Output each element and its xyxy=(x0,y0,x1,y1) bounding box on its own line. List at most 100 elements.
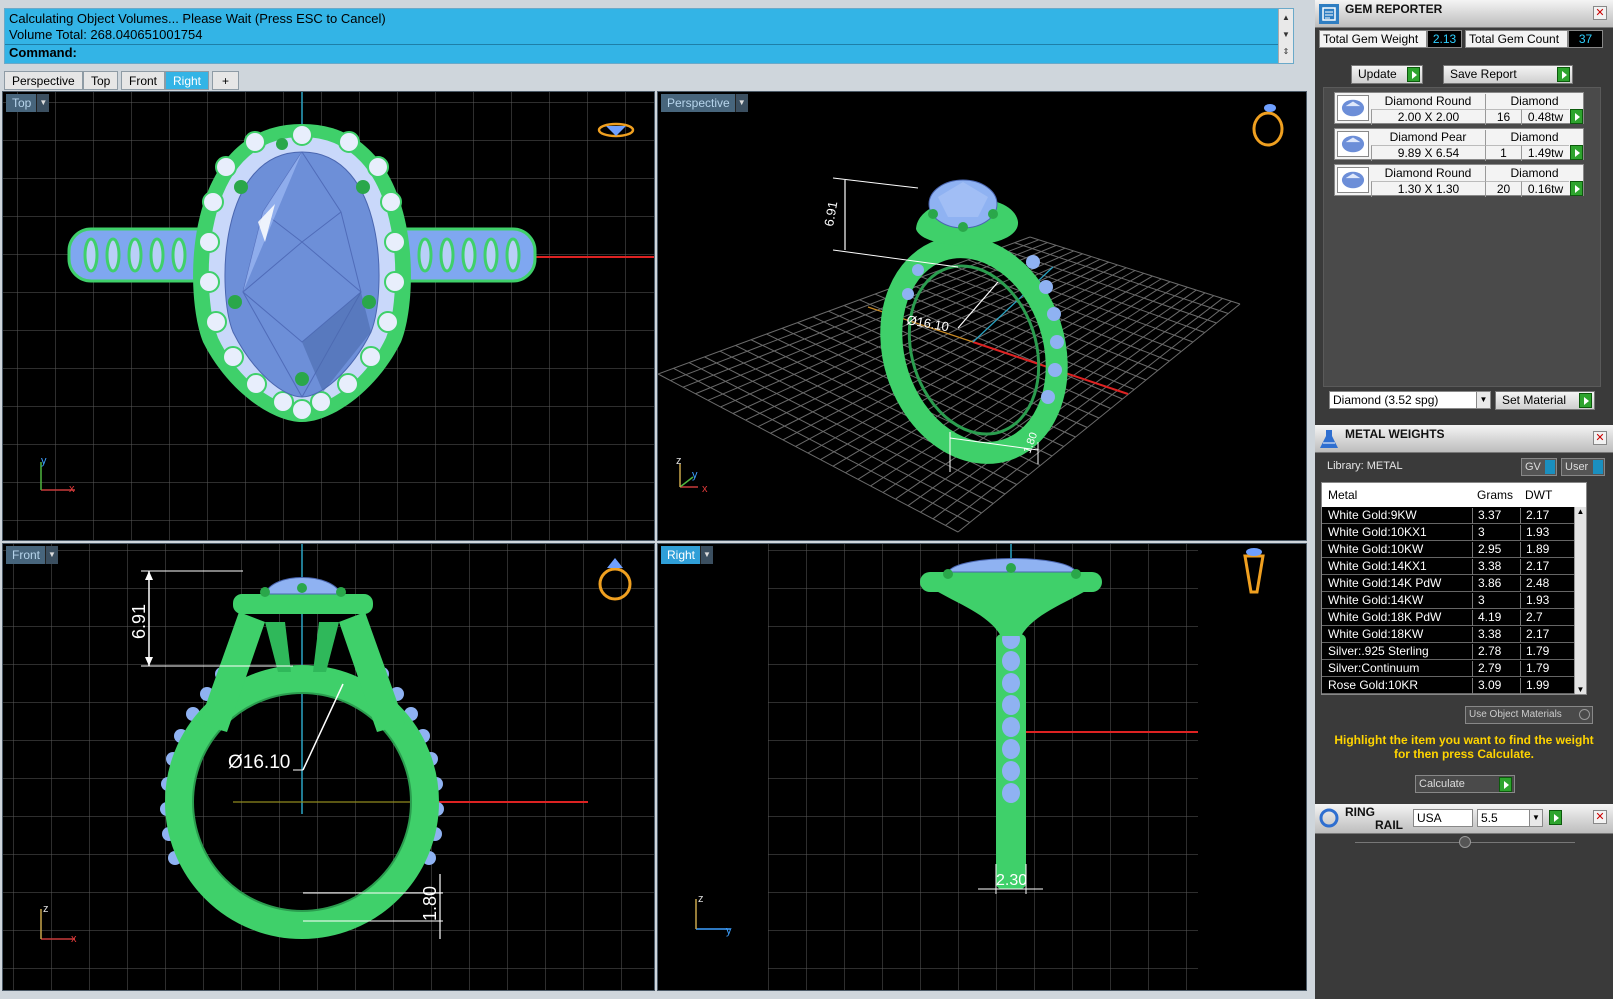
close-icon[interactable]: ✕ xyxy=(1593,431,1607,445)
chevron-down-icon[interactable]: ▼ xyxy=(45,546,59,564)
material-select[interactable]: Diamond (3.52 spg) ▼ xyxy=(1329,391,1491,409)
tab-front[interactable]: Front xyxy=(121,71,166,90)
grams-cell: 3.37 xyxy=(1472,508,1518,524)
table-row[interactable]: Silver:.925 Sterling 2.78 1.79 xyxy=(1322,643,1586,660)
x-axis-label: x xyxy=(702,483,708,495)
dwt-cell: 1.79 xyxy=(1520,644,1578,660)
viewport-front[interactable]: 6.91 Ø16.10 1.80 x z Front ▼ xyxy=(2,543,655,991)
y-axis-label: y xyxy=(692,469,698,481)
table-row[interactable]: White Gold:10KW 2.95 1.89 xyxy=(1322,541,1586,558)
table-row[interactable]: White Gold:14KW 3 1.93 xyxy=(1322,592,1586,609)
command-history-line-2: Volume Total: 268.040651001754 xyxy=(9,27,203,42)
chevron-down-icon[interactable]: ▼ xyxy=(1529,810,1542,826)
viewport-tabs: Perspective Top Front Right + xyxy=(4,70,1298,90)
grams-cell: 3 xyxy=(1472,525,1518,541)
grams-cell: 4.19 xyxy=(1472,610,1518,626)
command-input[interactable] xyxy=(87,46,1277,61)
ring-icon xyxy=(1319,808,1339,828)
metal-table-scrollbar[interactable]: ▲ ▼ xyxy=(1574,507,1586,694)
table-row[interactable]: White Gold:14K PdW 3.86 2.48 xyxy=(1322,575,1586,592)
user-toggle[interactable]: User xyxy=(1561,458,1605,476)
metal-name-cell: White Gold:14KX1 xyxy=(1328,559,1427,573)
z-axis-label: z xyxy=(698,893,704,905)
viewport-label-perspective[interactable]: Perspective ▼ xyxy=(661,94,748,112)
dwt-cell: 1.93 xyxy=(1520,525,1578,541)
gem-row[interactable]: Diamond Round Diamond 2.00 X 2.00 16 0.4… xyxy=(1334,92,1584,125)
chevron-down-icon[interactable]: ▼ xyxy=(36,94,50,112)
metal-weights-title: METAL WEIGHTS xyxy=(1345,427,1445,441)
diamond-pear-icon xyxy=(1337,131,1369,157)
use-object-materials-button[interactable]: Use Object Materials xyxy=(1465,706,1593,724)
viewport-right[interactable]: 2.30 y z Right ▼ xyxy=(657,543,1307,991)
play-icon[interactable] xyxy=(1549,810,1562,825)
tab-top[interactable]: Top xyxy=(83,71,119,90)
right-panel: GEM REPORTER ✕ Total Gem Weight 2.13 Tot… xyxy=(1315,0,1613,999)
table-row[interactable]: White Gold:18K PdW 4.19 2.7 xyxy=(1322,609,1586,626)
close-icon[interactable]: ✕ xyxy=(1593,810,1607,824)
dwt-cell: 2.7 xyxy=(1520,610,1578,626)
play-icon[interactable] xyxy=(1570,145,1583,160)
update-button[interactable]: Update xyxy=(1351,65,1423,84)
add-tab-icon[interactable]: + xyxy=(212,71,239,90)
viewport-label-front[interactable]: Front ▼ xyxy=(6,546,59,564)
metal-table: Metal Grams DWT White Gold:9KW 3.37 2.17 Wh… xyxy=(1321,482,1587,695)
chevron-down-icon[interactable]: ▼ xyxy=(1575,685,1586,694)
chevron-down-icon[interactable]: ▼ xyxy=(734,94,748,112)
play-icon xyxy=(1579,393,1592,408)
total-gem-count-label: Total Gem Count xyxy=(1465,30,1568,48)
chevron-down-icon[interactable]: ▼ xyxy=(1476,392,1490,408)
chevron-down-icon[interactable]: ▼ xyxy=(700,546,714,564)
set-material-button[interactable]: Set Material xyxy=(1495,391,1595,410)
width-dimension: 2.30 xyxy=(996,872,1027,889)
table-row[interactable]: Silver:Continuum 2.79 1.79 xyxy=(1322,660,1586,677)
table-row[interactable]: White Gold:9KW 3.37 2.17 xyxy=(1322,507,1586,524)
tab-right[interactable]: Right xyxy=(165,71,210,90)
rail-slider-handle[interactable] xyxy=(1459,836,1471,848)
play-icon xyxy=(1557,67,1570,82)
chevron-up-icon[interactable]: ▲ xyxy=(1575,507,1586,516)
metal-name-cell: Silver:.925 Sterling xyxy=(1328,644,1429,658)
table-row[interactable]: White Gold:14KX1 3.38 2.17 xyxy=(1322,558,1586,575)
ring-size-select[interactable]: 5.5 ▼ xyxy=(1477,809,1543,827)
grams-cell: 3 xyxy=(1472,593,1518,609)
command-history-line-1: Calculating Object Volumes... Please Wai… xyxy=(9,11,386,26)
calculate-button[interactable]: Calculate xyxy=(1415,775,1515,793)
scroll-up-icon[interactable]: ▲ xyxy=(1279,9,1293,26)
tab-perspective[interactable]: Perspective xyxy=(4,71,83,90)
viewport-label-top[interactable]: Top ▼ xyxy=(6,94,50,112)
grams-cell: 3.86 xyxy=(1472,576,1518,592)
scroll-end-icon[interactable]: ⇕ xyxy=(1279,43,1293,60)
x-axis-label: x xyxy=(71,933,77,945)
play-icon[interactable] xyxy=(1570,181,1583,196)
x-axis-label: x xyxy=(69,483,75,495)
gem-reporter-header: GEM REPORTER ✕ xyxy=(1315,0,1613,28)
y-axis-label: y xyxy=(726,925,732,937)
viewport-top[interactable]: x y Top ▼ xyxy=(2,91,655,541)
table-row[interactable]: White Gold:10KX1 3 1.93 xyxy=(1322,524,1586,541)
gv-toggle[interactable]: GV xyxy=(1521,458,1557,476)
viewport-perspective[interactable]: 6.91 Ø16.10 1.80 x y z Perspective ▼ xyxy=(657,91,1307,541)
command-area: Calculating Object Volumes... Please Wai… xyxy=(4,8,1294,64)
viewport-label-right[interactable]: Right ▼ xyxy=(661,546,714,564)
command-scrollbar[interactable]: ▲ ▼ ⇕ xyxy=(1278,9,1293,63)
ring-rail-title: RING xyxy=(1345,805,1375,819)
metal-weights-header: METAL WEIGHTS ✕ xyxy=(1315,425,1613,453)
table-row[interactable]: White Gold:18KW 3.38 2.17 xyxy=(1322,626,1586,643)
play-icon xyxy=(1499,777,1512,792)
perspective-view-canvas: 6.91 Ø16.10 1.80 x y z xyxy=(658,92,1306,540)
country-select[interactable]: USA xyxy=(1413,809,1473,827)
gem-row[interactable]: Diamond Pear Diamond 9.89 X 6.54 1 1.49t… xyxy=(1334,128,1584,161)
diamond-round-icon xyxy=(1337,95,1369,121)
play-icon[interactable] xyxy=(1570,109,1583,124)
grams-cell: 2.79 xyxy=(1472,661,1518,677)
scroll-down-icon[interactable]: ▼ xyxy=(1279,26,1293,43)
metal-table-header: Metal Grams DWT xyxy=(1322,483,1586,507)
library-label: Library: METAL xyxy=(1327,460,1403,472)
table-row[interactable]: Rose Gold:10KR 3.09 1.99 xyxy=(1322,677,1586,694)
close-icon[interactable]: ✕ xyxy=(1593,6,1607,20)
metal-name-cell: White Gold:14K PdW xyxy=(1328,576,1442,590)
calculate-hint: Highlight the item you want to find the … xyxy=(1334,733,1594,761)
gem-row[interactable]: Diamond Round Diamond 1.30 X 1.30 20 0.1… xyxy=(1334,164,1584,197)
dwt-cell: 2.48 xyxy=(1520,576,1578,592)
save-report-button[interactable]: Save Report xyxy=(1443,65,1573,84)
